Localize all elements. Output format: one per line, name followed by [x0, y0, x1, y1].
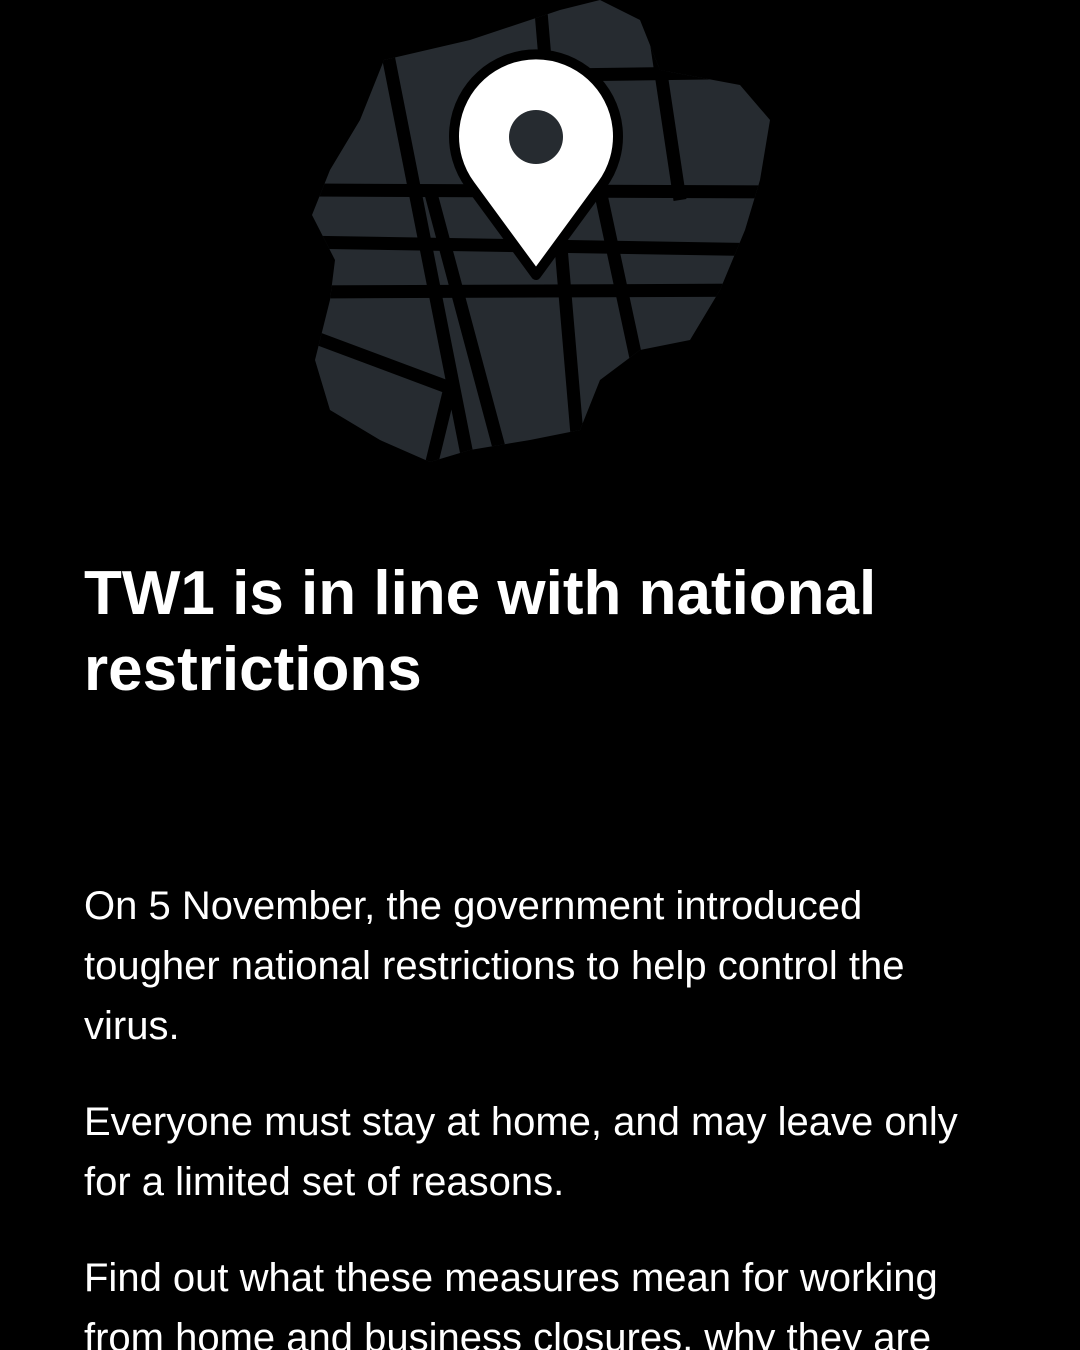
paragraph-find-out: Find out what these measures mean for wo… — [84, 1256, 938, 1350]
screen: TW1 is in line with national restriction… — [0, 0, 1080, 1350]
map-illustration — [300, 0, 780, 470]
page-title: TW1 is in line with national restriction… — [84, 559, 877, 704]
paragraph-restrictions-intro: On 5 November, the government introduced… — [84, 884, 905, 1048]
paragraph-stay-home: Everyone must stay at home, and may leav… — [84, 1100, 958, 1204]
body-text: On 5 November, the government introduced… — [84, 876, 1004, 1350]
